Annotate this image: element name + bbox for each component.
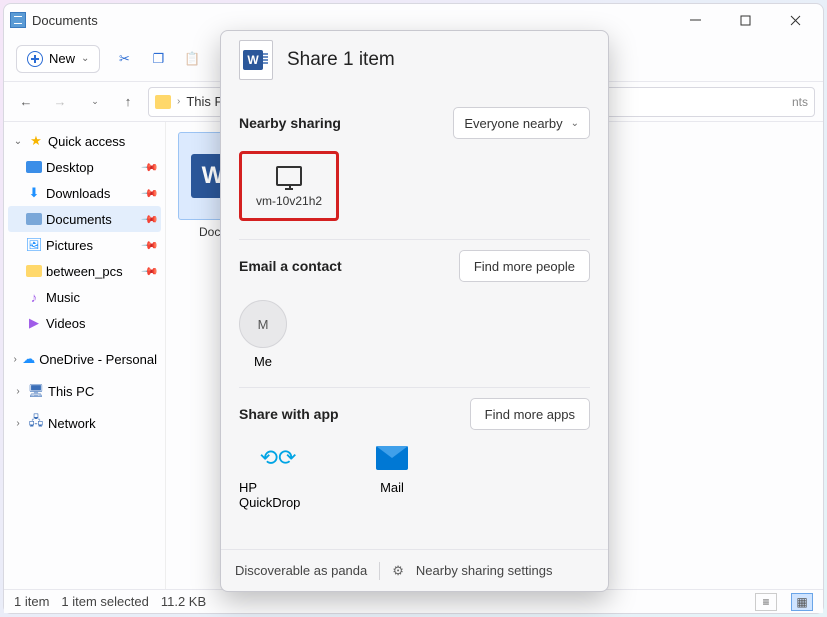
nearby-scope-dropdown[interactable]: Everyone nearby ⌄ [453, 107, 590, 139]
app-hp-quickdrop[interactable]: ⟲⟳ HP QuickDrop [239, 442, 317, 510]
gear-icon: ⚙ [392, 563, 404, 579]
contact-label: Me [254, 354, 272, 369]
nearby-title: Nearby sharing [239, 115, 341, 131]
share-header: Share 1 item [221, 31, 608, 89]
sidebar-item-music[interactable]: ♪Music [8, 284, 161, 310]
sidebar-item-downloads[interactable]: ⬇Downloads📌 [8, 180, 161, 206]
item-count: 1 item [14, 594, 49, 609]
sidebar: ⌄★Quick access Desktop📌 ⬇Downloads📌 Docu… [4, 122, 166, 613]
window-title: Documents [32, 13, 98, 28]
pin-icon: 📌 [141, 262, 160, 281]
pin-icon: 📌 [141, 236, 160, 255]
sidebar-this-pc[interactable]: ›🖥This PC [8, 378, 161, 404]
device-name: vm-10v21h2 [256, 194, 322, 208]
share-title: Share 1 item [287, 49, 395, 71]
share-dialog: Share 1 item Nearby sharing Everyone nea… [220, 30, 609, 592]
plus-icon [27, 51, 43, 67]
details-view-button[interactable]: ≡ [755, 593, 777, 611]
pin-icon: 📌 [141, 158, 160, 177]
back-button[interactable]: ← [12, 88, 40, 116]
chevron-down-icon: ⌄ [81, 53, 89, 64]
maximize-button[interactable] [723, 6, 767, 34]
minimize-button[interactable] [673, 6, 717, 34]
hp-quickdrop-icon: ⟲⟳ [260, 442, 296, 474]
address-suffix: nts [792, 95, 808, 109]
sidebar-item-between-pcs[interactable]: between_pcs📌 [8, 258, 161, 284]
find-people-button[interactable]: Find more people [459, 250, 590, 282]
document-icon [239, 40, 273, 80]
copy-icon[interactable]: ❐ [148, 49, 168, 69]
email-title: Email a contact [239, 258, 342, 274]
sidebar-item-desktop[interactable]: Desktop📌 [8, 154, 161, 180]
nearby-settings-link[interactable]: Nearby sharing settings [416, 563, 553, 578]
sidebar-onedrive[interactable]: ›☁OneDrive - Personal [8, 346, 161, 372]
sidebar-item-documents[interactable]: Documents📌 [8, 206, 161, 232]
app-label: HP QuickDrop [239, 480, 317, 510]
discoverable-text: Discoverable as panda [235, 563, 367, 578]
avatar: M [239, 300, 287, 348]
pin-icon: 📌 [141, 184, 160, 203]
app-label: Mail [380, 480, 404, 495]
app-mail[interactable]: Mail [353, 442, 431, 510]
paste-icon[interactable]: 📋 [182, 49, 202, 69]
email-section: Email a contact Find more people M Me [239, 240, 590, 388]
new-button[interactable]: New ⌄ [16, 45, 100, 73]
up-button[interactable]: ↑ [114, 88, 142, 116]
status-bar: 1 item 1 item selected 11.2 KB ≡ ▦ [4, 589, 823, 613]
computer-icon [276, 166, 302, 186]
folder-icon [155, 95, 171, 109]
chevron-right-icon: › [177, 96, 180, 107]
selection-count: 1 item selected [61, 594, 148, 609]
nearby-section: Nearby sharing Everyone nearby ⌄ vm-10v2… [239, 97, 590, 240]
mail-icon [374, 442, 410, 474]
share-footer: Discoverable as panda ⚙ Nearby sharing s… [221, 549, 608, 591]
apps-title: Share with app [239, 406, 339, 422]
apps-section: Share with app Find more apps ⟲⟳ HP Quic… [239, 388, 590, 528]
new-label: New [49, 51, 75, 66]
contact-me[interactable]: M Me [239, 300, 287, 369]
sidebar-quick-access[interactable]: ⌄★Quick access [8, 128, 161, 154]
selection-size: 11.2 KB [161, 594, 206, 609]
forward-button[interactable]: → [46, 88, 74, 116]
find-apps-button[interactable]: Find more apps [470, 398, 590, 430]
pin-icon: 📌 [141, 210, 160, 229]
sidebar-item-pictures[interactable]: 🖼Pictures📌 [8, 232, 161, 258]
divider [379, 562, 380, 580]
sidebar-item-videos[interactable]: ▶Videos [8, 310, 161, 336]
cut-icon[interactable]: ✂ [114, 49, 134, 69]
nearby-device[interactable]: vm-10v21h2 [239, 151, 339, 221]
close-button[interactable] [773, 6, 817, 34]
recent-button[interactable]: ⌄ [80, 88, 108, 116]
sidebar-network[interactable]: ›🖧Network [8, 410, 161, 436]
thumbnails-view-button[interactable]: ▦ [791, 593, 813, 611]
chevron-down-icon: ⌄ [571, 118, 579, 129]
explorer-icon [10, 12, 26, 28]
